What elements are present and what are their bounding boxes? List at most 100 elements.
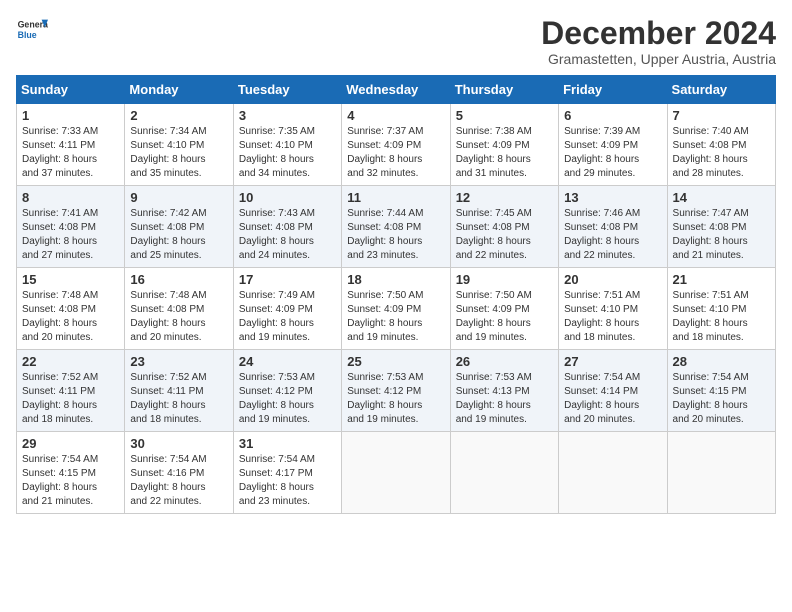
day-number: 19 bbox=[456, 272, 553, 287]
calendar-cell: 18 Sunrise: 7:50 AM Sunset: 4:09 PM Dayli… bbox=[342, 268, 450, 350]
day-info: Sunrise: 7:53 AM Sunset: 4:12 PM Dayligh… bbox=[239, 371, 336, 427]
calendar-cell: 7 Sunrise: 7:40 AM Sunset: 4:08 PM Daylig… bbox=[667, 104, 775, 186]
day-info: Sunrise: 7:37 AM Sunset: 4:09 PM Dayligh… bbox=[347, 125, 444, 181]
day-info: Sunrise: 7:54 AM Sunset: 4:14 PM Dayligh… bbox=[564, 371, 661, 427]
calendar-cell: 10Sunrise: 7:43 AM Sunset: 4:08 PM Dayli… bbox=[233, 186, 341, 268]
calendar-cell: 3 Sunrise: 7:35 AM Sunset: 4:10 PM Daylig… bbox=[233, 104, 341, 186]
day-number: 11 bbox=[347, 190, 444, 205]
calendar-cell: 28Sunrise: 7:54 AM Sunset: 4:15 PM Dayli… bbox=[667, 350, 775, 432]
calendar-cell: 21 Sunrise: 7:51 AM Sunset: 4:10 PM Dayli… bbox=[667, 268, 775, 350]
day-number: 22 bbox=[22, 354, 119, 369]
day-info: Sunrise: 7:34 AM Sunset: 4:10 PM Dayligh… bbox=[130, 125, 227, 181]
day-number: 4 bbox=[347, 108, 444, 123]
calendar-cell: 20 Sunrise: 7:51 AM Sunset: 4:10 PM Dayli… bbox=[559, 268, 667, 350]
day-info: Sunrise: 7:54 AM Sunset: 4:15 PM Dayligh… bbox=[22, 453, 119, 509]
calendar-cell: 17 Sunrise: 7:49 AM Sunset: 4:09 PM Dayli… bbox=[233, 268, 341, 350]
calendar-cell: 5 Sunrise: 7:38 AM Sunset: 4:09 PM Daylig… bbox=[450, 104, 558, 186]
day-number: 27 bbox=[564, 354, 661, 369]
calendar-cell: 24 Sunrise: 7:53 AM Sunset: 4:12 PM Dayli… bbox=[233, 350, 341, 432]
day-number: 23 bbox=[130, 354, 227, 369]
calendar-cell: 6Sunrise: 7:39 AM Sunset: 4:09 PM Daylig… bbox=[559, 104, 667, 186]
calendar-cell: 26 Sunrise: 7:53 AM Sunset: 4:13 PM Dayli… bbox=[450, 350, 558, 432]
day-number: 28 bbox=[673, 354, 770, 369]
day-info: Sunrise: 7:54 AM Sunset: 4:16 PM Dayligh… bbox=[130, 453, 227, 509]
calendar-cell: 4 Sunrise: 7:37 AM Sunset: 4:09 PM Daylig… bbox=[342, 104, 450, 186]
calendar-cell: 16 Sunrise: 7:48 AM Sunset: 4:08 PM Dayli… bbox=[125, 268, 233, 350]
day-number: 21 bbox=[673, 272, 770, 287]
calendar-cell: 2 Sunrise: 7:34 AM Sunset: 4:10 PM Daylig… bbox=[125, 104, 233, 186]
day-number: 26 bbox=[456, 354, 553, 369]
day-info: Sunrise: 7:45 AM Sunset: 4:08 PM Dayligh… bbox=[456, 207, 553, 263]
day-number: 17 bbox=[239, 272, 336, 287]
calendar-cell: 12 Sunrise: 7:45 AM Sunset: 4:08 PM Dayli… bbox=[450, 186, 558, 268]
day-number: 5 bbox=[456, 108, 553, 123]
calendar-week-row: 29 Sunrise: 7:54 AM Sunset: 4:15 PM Dayli… bbox=[17, 432, 776, 514]
day-info: Sunrise: 7:42 AM Sunset: 4:08 PM Dayligh… bbox=[130, 207, 227, 263]
day-number: 9 bbox=[130, 190, 227, 205]
day-number: 1 bbox=[22, 108, 119, 123]
calendar-cell bbox=[667, 432, 775, 514]
header-day-friday: Friday bbox=[559, 76, 667, 104]
day-number: 25 bbox=[347, 354, 444, 369]
day-number: 24 bbox=[239, 354, 336, 369]
day-info: Sunrise: 7:50 AM Sunset: 4:09 PM Dayligh… bbox=[456, 289, 553, 345]
day-number: 7 bbox=[673, 108, 770, 123]
header-day-wednesday: Wednesday bbox=[342, 76, 450, 104]
day-info: Sunrise: 7:35 AM Sunset: 4:10 PM Dayligh… bbox=[239, 125, 336, 181]
day-number: 18 bbox=[347, 272, 444, 287]
title-block: December 2024 Gramastetten, Upper Austri… bbox=[541, 16, 776, 67]
day-info: Sunrise: 7:43 AM Sunset: 4:08 PM Dayligh… bbox=[239, 207, 336, 263]
day-number: 31 bbox=[239, 436, 336, 451]
calendar-cell: 30 Sunrise: 7:54 AM Sunset: 4:16 PM Dayli… bbox=[125, 432, 233, 514]
day-info: Sunrise: 7:39 AM Sunset: 4:09 PM Dayligh… bbox=[564, 125, 661, 181]
day-info: Sunrise: 7:41 AM Sunset: 4:08 PM Dayligh… bbox=[22, 207, 119, 263]
day-info: Sunrise: 7:40 AM Sunset: 4:08 PM Dayligh… bbox=[673, 125, 770, 181]
calendar-cell: 11Sunrise: 7:44 AM Sunset: 4:08 PM Dayli… bbox=[342, 186, 450, 268]
day-number: 2 bbox=[130, 108, 227, 123]
day-info: Sunrise: 7:38 AM Sunset: 4:09 PM Dayligh… bbox=[456, 125, 553, 181]
day-info: Sunrise: 7:51 AM Sunset: 4:10 PM Dayligh… bbox=[673, 289, 770, 345]
location-subtitle: Gramastetten, Upper Austria, Austria bbox=[541, 51, 776, 67]
calendar-header-row: SundayMondayTuesdayWednesdayThursdayFrid… bbox=[17, 76, 776, 104]
day-info: Sunrise: 7:47 AM Sunset: 4:08 PM Dayligh… bbox=[673, 207, 770, 263]
page-header: General Blue December 2024 Gramastetten,… bbox=[16, 16, 776, 67]
day-number: 13 bbox=[564, 190, 661, 205]
day-number: 3 bbox=[239, 108, 336, 123]
day-number: 8 bbox=[22, 190, 119, 205]
day-info: Sunrise: 7:46 AM Sunset: 4:08 PM Dayligh… bbox=[564, 207, 661, 263]
svg-text:Blue: Blue bbox=[18, 30, 37, 40]
day-info: Sunrise: 7:50 AM Sunset: 4:09 PM Dayligh… bbox=[347, 289, 444, 345]
day-number: 20 bbox=[564, 272, 661, 287]
calendar-cell: 22 Sunrise: 7:52 AM Sunset: 4:11 PM Dayli… bbox=[17, 350, 125, 432]
logo: General Blue bbox=[16, 16, 48, 44]
day-info: Sunrise: 7:53 AM Sunset: 4:13 PM Dayligh… bbox=[456, 371, 553, 427]
calendar-cell: 29 Sunrise: 7:54 AM Sunset: 4:15 PM Dayli… bbox=[17, 432, 125, 514]
day-number: 29 bbox=[22, 436, 119, 451]
day-number: 12 bbox=[456, 190, 553, 205]
day-info: Sunrise: 7:52 AM Sunset: 4:11 PM Dayligh… bbox=[22, 371, 119, 427]
day-info: Sunrise: 7:49 AM Sunset: 4:09 PM Dayligh… bbox=[239, 289, 336, 345]
day-info: Sunrise: 7:48 AM Sunset: 4:08 PM Dayligh… bbox=[130, 289, 227, 345]
calendar-cell: 8 Sunrise: 7:41 AM Sunset: 4:08 PM Daylig… bbox=[17, 186, 125, 268]
month-title: December 2024 bbox=[541, 16, 776, 51]
header-day-monday: Monday bbox=[125, 76, 233, 104]
calendar-cell: 14 Sunrise: 7:47 AM Sunset: 4:08 PM Dayli… bbox=[667, 186, 775, 268]
calendar-cell: 31 Sunrise: 7:54 AM Sunset: 4:17 PM Dayli… bbox=[233, 432, 341, 514]
calendar-cell bbox=[559, 432, 667, 514]
day-info: Sunrise: 7:51 AM Sunset: 4:10 PM Dayligh… bbox=[564, 289, 661, 345]
day-number: 14 bbox=[673, 190, 770, 205]
header-day-tuesday: Tuesday bbox=[233, 76, 341, 104]
header-day-saturday: Saturday bbox=[667, 76, 775, 104]
calendar-cell: 19 Sunrise: 7:50 AM Sunset: 4:09 PM Dayli… bbox=[450, 268, 558, 350]
day-info: Sunrise: 7:48 AM Sunset: 4:08 PM Dayligh… bbox=[22, 289, 119, 345]
logo-icon: General Blue bbox=[16, 16, 48, 44]
header-day-sunday: Sunday bbox=[17, 76, 125, 104]
calendar-cell: 25Sunrise: 7:53 AM Sunset: 4:12 PM Dayli… bbox=[342, 350, 450, 432]
calendar-cell: 9 Sunrise: 7:42 AM Sunset: 4:08 PM Daylig… bbox=[125, 186, 233, 268]
day-number: 16 bbox=[130, 272, 227, 287]
day-number: 15 bbox=[22, 272, 119, 287]
calendar-week-row: 15 Sunrise: 7:48 AM Sunset: 4:08 PM Dayli… bbox=[17, 268, 776, 350]
calendar-cell bbox=[450, 432, 558, 514]
day-number: 30 bbox=[130, 436, 227, 451]
day-info: Sunrise: 7:54 AM Sunset: 4:17 PM Dayligh… bbox=[239, 453, 336, 509]
